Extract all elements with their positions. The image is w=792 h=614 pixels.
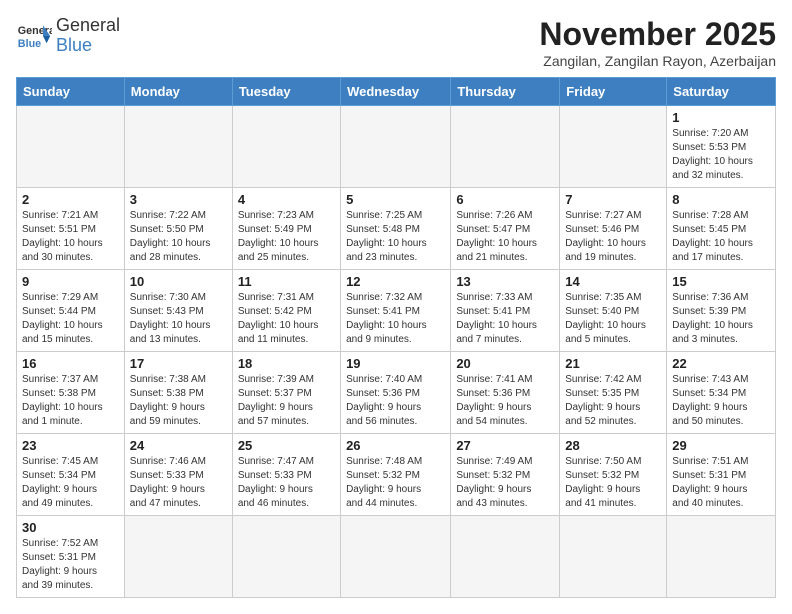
day-30: 30 Sunrise: 7:52 AM Sunset: 5:31 PM Dayl… — [17, 516, 125, 598]
day-7: 7 Sunrise: 7:27 AM Sunset: 5:46 PM Dayli… — [560, 188, 667, 270]
month-title: November 2025 — [539, 16, 776, 53]
day-21: 21 Sunrise: 7:42 AM Sunset: 5:35 PM Dayl… — [560, 352, 667, 434]
day-24: 24 Sunrise: 7:46 AM Sunset: 5:33 PM Dayl… — [124, 434, 232, 516]
empty-cell — [341, 516, 451, 598]
week-row-1: 1 Sunrise: 7:20 AM Sunset: 5:53 PM Dayli… — [17, 106, 776, 188]
location-title: Zangilan, Zangilan Rayon, Azerbaijan — [539, 53, 776, 69]
logo: General Blue General Blue — [16, 16, 120, 56]
day-11: 11 Sunrise: 7:31 AM Sunset: 5:42 PM Dayl… — [232, 270, 340, 352]
logo-icon: General Blue — [16, 18, 52, 54]
day-20: 20 Sunrise: 7:41 AM Sunset: 5:36 PM Dayl… — [451, 352, 560, 434]
empty-cell — [124, 106, 232, 188]
empty-cell — [451, 516, 560, 598]
day-17: 17 Sunrise: 7:38 AM Sunset: 5:38 PM Dayl… — [124, 352, 232, 434]
empty-cell — [232, 516, 340, 598]
day-1: 1 Sunrise: 7:20 AM Sunset: 5:53 PM Dayli… — [667, 106, 776, 188]
week-row-6: 30 Sunrise: 7:52 AM Sunset: 5:31 PM Dayl… — [17, 516, 776, 598]
empty-cell — [560, 106, 667, 188]
day-5: 5 Sunrise: 7:25 AM Sunset: 5:48 PM Dayli… — [341, 188, 451, 270]
header-wednesday: Wednesday — [341, 78, 451, 106]
svg-text:Blue: Blue — [18, 38, 41, 50]
logo-text: General Blue — [56, 16, 120, 56]
header-thursday: Thursday — [451, 78, 560, 106]
week-row-4: 16 Sunrise: 7:37 AM Sunset: 5:38 PM Dayl… — [17, 352, 776, 434]
empty-cell — [667, 516, 776, 598]
day-27: 27 Sunrise: 7:49 AM Sunset: 5:32 PM Dayl… — [451, 434, 560, 516]
day-23: 23 Sunrise: 7:45 AM Sunset: 5:34 PM Dayl… — [17, 434, 125, 516]
day-25: 25 Sunrise: 7:47 AM Sunset: 5:33 PM Dayl… — [232, 434, 340, 516]
day-16: 16 Sunrise: 7:37 AM Sunset: 5:38 PM Dayl… — [17, 352, 125, 434]
day-15: 15 Sunrise: 7:36 AM Sunset: 5:39 PM Dayl… — [667, 270, 776, 352]
day-13: 13 Sunrise: 7:33 AM Sunset: 5:41 PM Dayl… — [451, 270, 560, 352]
week-row-2: 2 Sunrise: 7:21 AM Sunset: 5:51 PM Dayli… — [17, 188, 776, 270]
day-18: 18 Sunrise: 7:39 AM Sunset: 5:37 PM Dayl… — [232, 352, 340, 434]
day-1-info: Sunrise: 7:20 AM Sunset: 5:53 PM Dayligh… — [672, 128, 753, 181]
day-6: 6 Sunrise: 7:26 AM Sunset: 5:47 PM Dayli… — [451, 188, 560, 270]
title-area: November 2025 Zangilan, Zangilan Rayon, … — [539, 16, 776, 69]
empty-cell — [124, 516, 232, 598]
empty-cell — [232, 106, 340, 188]
empty-cell — [17, 106, 125, 188]
day-29: 29 Sunrise: 7:51 AM Sunset: 5:31 PM Dayl… — [667, 434, 776, 516]
day-10: 10 Sunrise: 7:30 AM Sunset: 5:43 PM Dayl… — [124, 270, 232, 352]
header-sunday: Sunday — [17, 78, 125, 106]
header-friday: Friday — [560, 78, 667, 106]
day-14: 14 Sunrise: 7:35 AM Sunset: 5:40 PM Dayl… — [560, 270, 667, 352]
header-saturday: Saturday — [667, 78, 776, 106]
empty-cell — [341, 106, 451, 188]
day-22: 22 Sunrise: 7:43 AM Sunset: 5:34 PM Dayl… — [667, 352, 776, 434]
empty-cell — [451, 106, 560, 188]
day-8: 8 Sunrise: 7:28 AM Sunset: 5:45 PM Dayli… — [667, 188, 776, 270]
week-row-3: 9 Sunrise: 7:29 AM Sunset: 5:44 PM Dayli… — [17, 270, 776, 352]
empty-cell — [560, 516, 667, 598]
day-26: 26 Sunrise: 7:48 AM Sunset: 5:32 PM Dayl… — [341, 434, 451, 516]
weekday-header-row: Sunday Monday Tuesday Wednesday Thursday… — [17, 78, 776, 106]
header-tuesday: Tuesday — [232, 78, 340, 106]
calendar-table: Sunday Monday Tuesday Wednesday Thursday… — [16, 77, 776, 598]
day-12: 12 Sunrise: 7:32 AM Sunset: 5:41 PM Dayl… — [341, 270, 451, 352]
week-row-5: 23 Sunrise: 7:45 AM Sunset: 5:34 PM Dayl… — [17, 434, 776, 516]
day-3: 3 Sunrise: 7:22 AM Sunset: 5:50 PM Dayli… — [124, 188, 232, 270]
day-2: 2 Sunrise: 7:21 AM Sunset: 5:51 PM Dayli… — [17, 188, 125, 270]
day-19: 19 Sunrise: 7:40 AM Sunset: 5:36 PM Dayl… — [341, 352, 451, 434]
day-9: 9 Sunrise: 7:29 AM Sunset: 5:44 PM Dayli… — [17, 270, 125, 352]
day-28: 28 Sunrise: 7:50 AM Sunset: 5:32 PM Dayl… — [560, 434, 667, 516]
header-monday: Monday — [124, 78, 232, 106]
header: General Blue General Blue November 2025 … — [16, 16, 776, 69]
day-4: 4 Sunrise: 7:23 AM Sunset: 5:49 PM Dayli… — [232, 188, 340, 270]
